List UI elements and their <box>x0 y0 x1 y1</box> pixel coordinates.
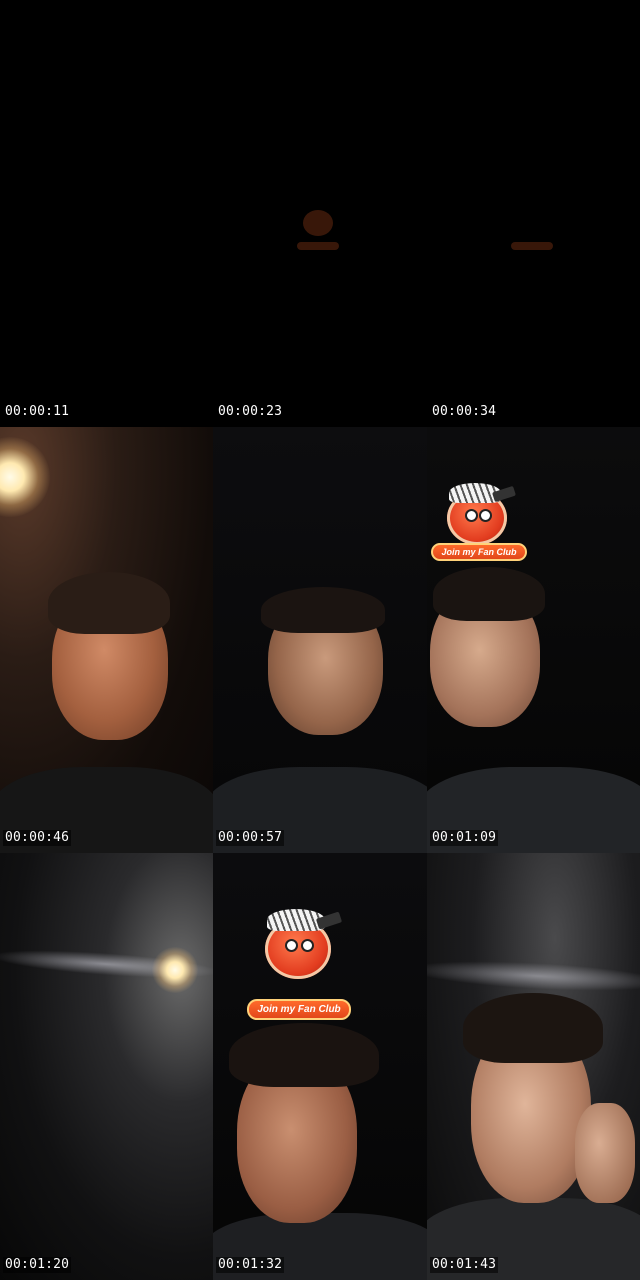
mascot-eye-icon <box>465 509 478 522</box>
frame-timestamp: 00:00:57 <box>216 830 285 846</box>
frame-background <box>0 0 213 427</box>
ceiling-light <box>152 947 198 993</box>
video-frame-8[interactable]: Join my Fan Club 00:01:32 <box>213 853 427 1280</box>
person-hair <box>229 1023 379 1087</box>
video-frame-7[interactable]: 00:01:20 <box>0 853 213 1280</box>
frame-background <box>0 853 213 1280</box>
person-hand <box>575 1103 635 1203</box>
video-frame-5[interactable]: 00:00:57 <box>213 427 427 853</box>
video-frame-6[interactable]: Join my Fan Club 00:01:09 <box>427 427 640 853</box>
fan-club-badge[interactable]: Join my Fan Club <box>247 909 351 1020</box>
person-hair <box>433 567 545 621</box>
join-fan-club-button[interactable]: Join my Fan Club <box>247 999 351 1020</box>
frame-timestamp: 00:00:11 <box>3 404 72 420</box>
video-frame-1[interactable]: 00:00:11 <box>0 0 213 427</box>
faint-pill-logo <box>511 242 553 250</box>
frame-timestamp: 00:01:20 <box>3 1257 72 1273</box>
mascot-eye-icon <box>285 939 298 952</box>
person-hair <box>463 993 603 1063</box>
video-frame-2[interactable]: 00:00:23 <box>213 0 427 427</box>
frame-timestamp: 00:00:46 <box>3 830 72 846</box>
person-hair <box>48 572 170 634</box>
frame-timestamp: 00:01:43 <box>430 1257 499 1273</box>
video-frame-grid: 00:00:11 00:00:23 00:00:34 00:00:46 00:0… <box>0 0 640 1280</box>
frame-timestamp: 00:01:32 <box>216 1257 285 1273</box>
frame-background <box>427 0 640 427</box>
mascot-eye-icon <box>301 939 314 952</box>
video-frame-3[interactable]: 00:00:34 <box>427 0 640 427</box>
mascot-eye-icon <box>479 509 492 522</box>
join-fan-club-button[interactable]: Join my Fan Club <box>431 543 527 561</box>
frame-timestamp: 00:00:34 <box>430 404 499 420</box>
person-hair <box>261 587 385 633</box>
video-frame-4[interactable]: 00:00:46 <box>0 427 213 853</box>
video-frame-9[interactable]: 00:01:43 <box>427 853 640 1280</box>
fan-club-badge[interactable]: Join my Fan Club <box>431 483 527 573</box>
frame-timestamp: 00:00:23 <box>216 404 285 420</box>
frame-timestamp: 00:01:09 <box>430 830 499 846</box>
faint-mascot-logo <box>297 210 339 254</box>
